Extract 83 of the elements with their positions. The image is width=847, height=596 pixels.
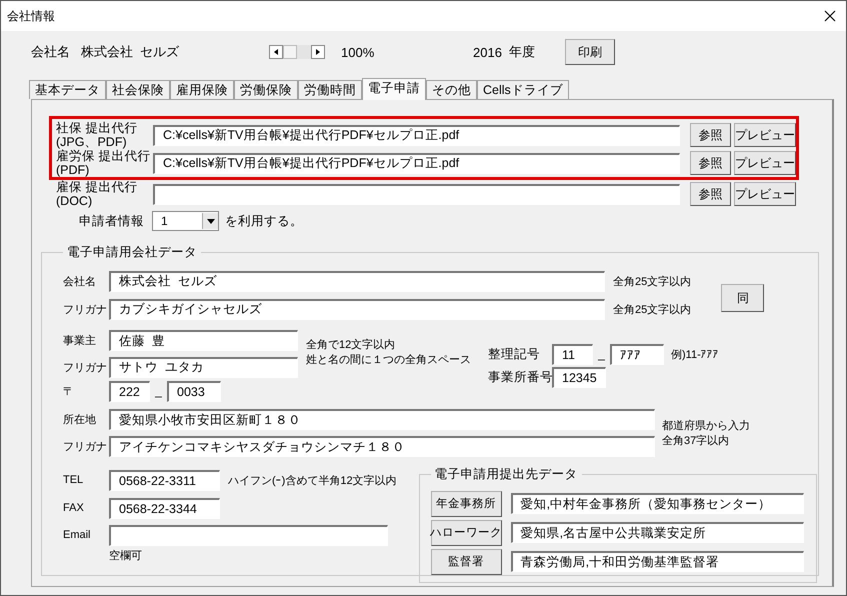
scroll-right-button[interactable] <box>311 45 325 59</box>
separator: _ <box>597 347 606 361</box>
office-button[interactable]: ハローワーク <box>430 520 502 546</box>
group-title: 電子申請用会社データ <box>66 244 198 261</box>
file-path-field[interactable]: C:¥cells¥新TV用台帳¥提出代行PDF¥セルプロ正.pdf <box>153 152 680 174</box>
tab[interactable]: 雇用保険 <box>170 80 234 99</box>
text-field[interactable]: 0568-22-3344 <box>109 498 220 518</box>
same-button[interactable]: 同 <box>721 284 764 312</box>
tab[interactable]: 電子申請 <box>362 78 426 100</box>
field-label: 整理記号 <box>488 346 541 362</box>
browse-button[interactable]: 参照 <box>690 151 731 175</box>
text-field[interactable]: 株式会社 セルズ <box>109 270 605 292</box>
field-label: 雇労保 提出代行 (PDF) <box>56 149 152 177</box>
field-label: Email <box>63 529 92 541</box>
browse-button[interactable]: 参照 <box>690 182 731 206</box>
tab[interactable]: 労働保険 <box>234 80 298 99</box>
text-field[interactable]: ｱｱｱ <box>610 344 664 364</box>
text-field[interactable]: 0033 <box>167 380 221 402</box>
year-value: 2016 <box>473 44 503 60</box>
text-field[interactable]: 愛知,中村年金事務所（愛知事務センター） <box>510 493 804 514</box>
text-field[interactable]: アイチケンコマキシヤスダチョウシンマチ１８０ <box>109 436 655 457</box>
file-path-field[interactable] <box>153 184 680 204</box>
company-label: 会社名 <box>31 43 71 61</box>
field-label: 事業主 <box>63 334 97 348</box>
field-label: TEL <box>63 474 84 486</box>
hint-text: 全角25文字以内 <box>613 302 692 316</box>
tab[interactable]: Cellsドライブ <box>477 80 569 99</box>
field-label: 会社名 <box>63 274 97 288</box>
field-label: FAX <box>63 502 85 514</box>
hint-text: 全角で12文字以内 <box>306 338 396 352</box>
dropdown-arrow-icon <box>206 218 214 224</box>
hint-text: 姓と名の間に１つの全角スペース <box>306 353 472 367</box>
preview-button[interactable]: プレビュー <box>734 151 796 175</box>
text-field[interactable]: 佐藤 豊 <box>109 330 298 351</box>
text-field[interactable]: 青森労働局,十和田労働基準監督署 <box>510 551 804 572</box>
text-field[interactable] <box>109 524 388 546</box>
text-field[interactable]: サトウ ユタカ <box>109 356 298 378</box>
example-text: 例)11-ｱｱｱ <box>671 348 719 362</box>
scroll-thumb[interactable] <box>283 45 297 59</box>
text-field[interactable]: 0568-22-3311 <box>109 470 220 490</box>
tab[interactable]: 基本データ <box>29 80 106 99</box>
scroll-left-button[interactable] <box>269 45 283 59</box>
hint-text: 全角25文字以内 <box>613 274 692 288</box>
hint-text: ハイフン(ｰ)含めて半角12文字以内 <box>228 474 397 488</box>
tab[interactable]: 社会保険 <box>106 80 170 99</box>
hint-text: 全角37字以内 <box>662 434 730 448</box>
year-label: 年度 <box>509 43 536 61</box>
print-button[interactable]: 印刷 <box>565 39 615 65</box>
field-label: 事業所番号 <box>488 368 552 386</box>
preview-button[interactable]: プレビュー <box>734 182 796 206</box>
window-title: 会社情報 <box>7 8 55 24</box>
right-arrow-icon <box>315 49 321 55</box>
field-label: 社保 提出代行 (JPG、PDF) <box>56 121 138 149</box>
field-suffix: を利用する。 <box>225 212 303 230</box>
close-icon[interactable] <box>824 10 836 22</box>
office-button[interactable]: 監督署 <box>430 548 502 574</box>
tab[interactable]: 労働時間 <box>298 80 362 99</box>
hint-text: 都道府県から入力 <box>662 418 750 433</box>
preview-button[interactable]: プレビュー <box>734 123 796 147</box>
tab[interactable]: その他 <box>426 80 477 99</box>
company-name: 株式会社 セルズ <box>81 43 180 61</box>
browse-button[interactable]: 参照 <box>690 123 731 147</box>
field-label: フリガナ <box>63 440 108 454</box>
field-label: 所在地 <box>63 413 97 427</box>
left-arrow-icon <box>273 49 279 55</box>
group-title: 電子申請用提出先データ <box>434 466 579 483</box>
text-field[interactable]: 12345 <box>552 366 606 388</box>
field-label: フリガナ <box>63 360 108 374</box>
text-field[interactable]: 愛知県,名古屋中公共職業安定所 <box>510 522 804 543</box>
separator: _ <box>154 384 163 398</box>
field-label: 〒 <box>63 384 75 398</box>
file-path-field[interactable]: C:¥cells¥新TV用台帳¥提出代行PDF¥セルプロ正.pdf <box>153 124 680 146</box>
applicant-dropdown[interactable]: 1 <box>152 211 219 231</box>
field-label: 雇保 提出代行 (DOC) <box>56 180 138 208</box>
text-field[interactable]: 11 <box>552 344 593 364</box>
zoom-reading: 100% <box>341 44 376 60</box>
hint-text: 空欄可 <box>109 548 143 563</box>
field-label: 申請者情報 <box>78 212 145 230</box>
office-button[interactable]: 年金事務所 <box>430 490 502 516</box>
field-label: フリガナ <box>63 302 108 316</box>
text-field[interactable]: 222 <box>109 380 150 402</box>
text-field[interactable]: 愛知県小牧市安田区新町１８０ <box>109 409 655 430</box>
text-field[interactable]: カブシキガイシャセルズ <box>109 298 605 320</box>
